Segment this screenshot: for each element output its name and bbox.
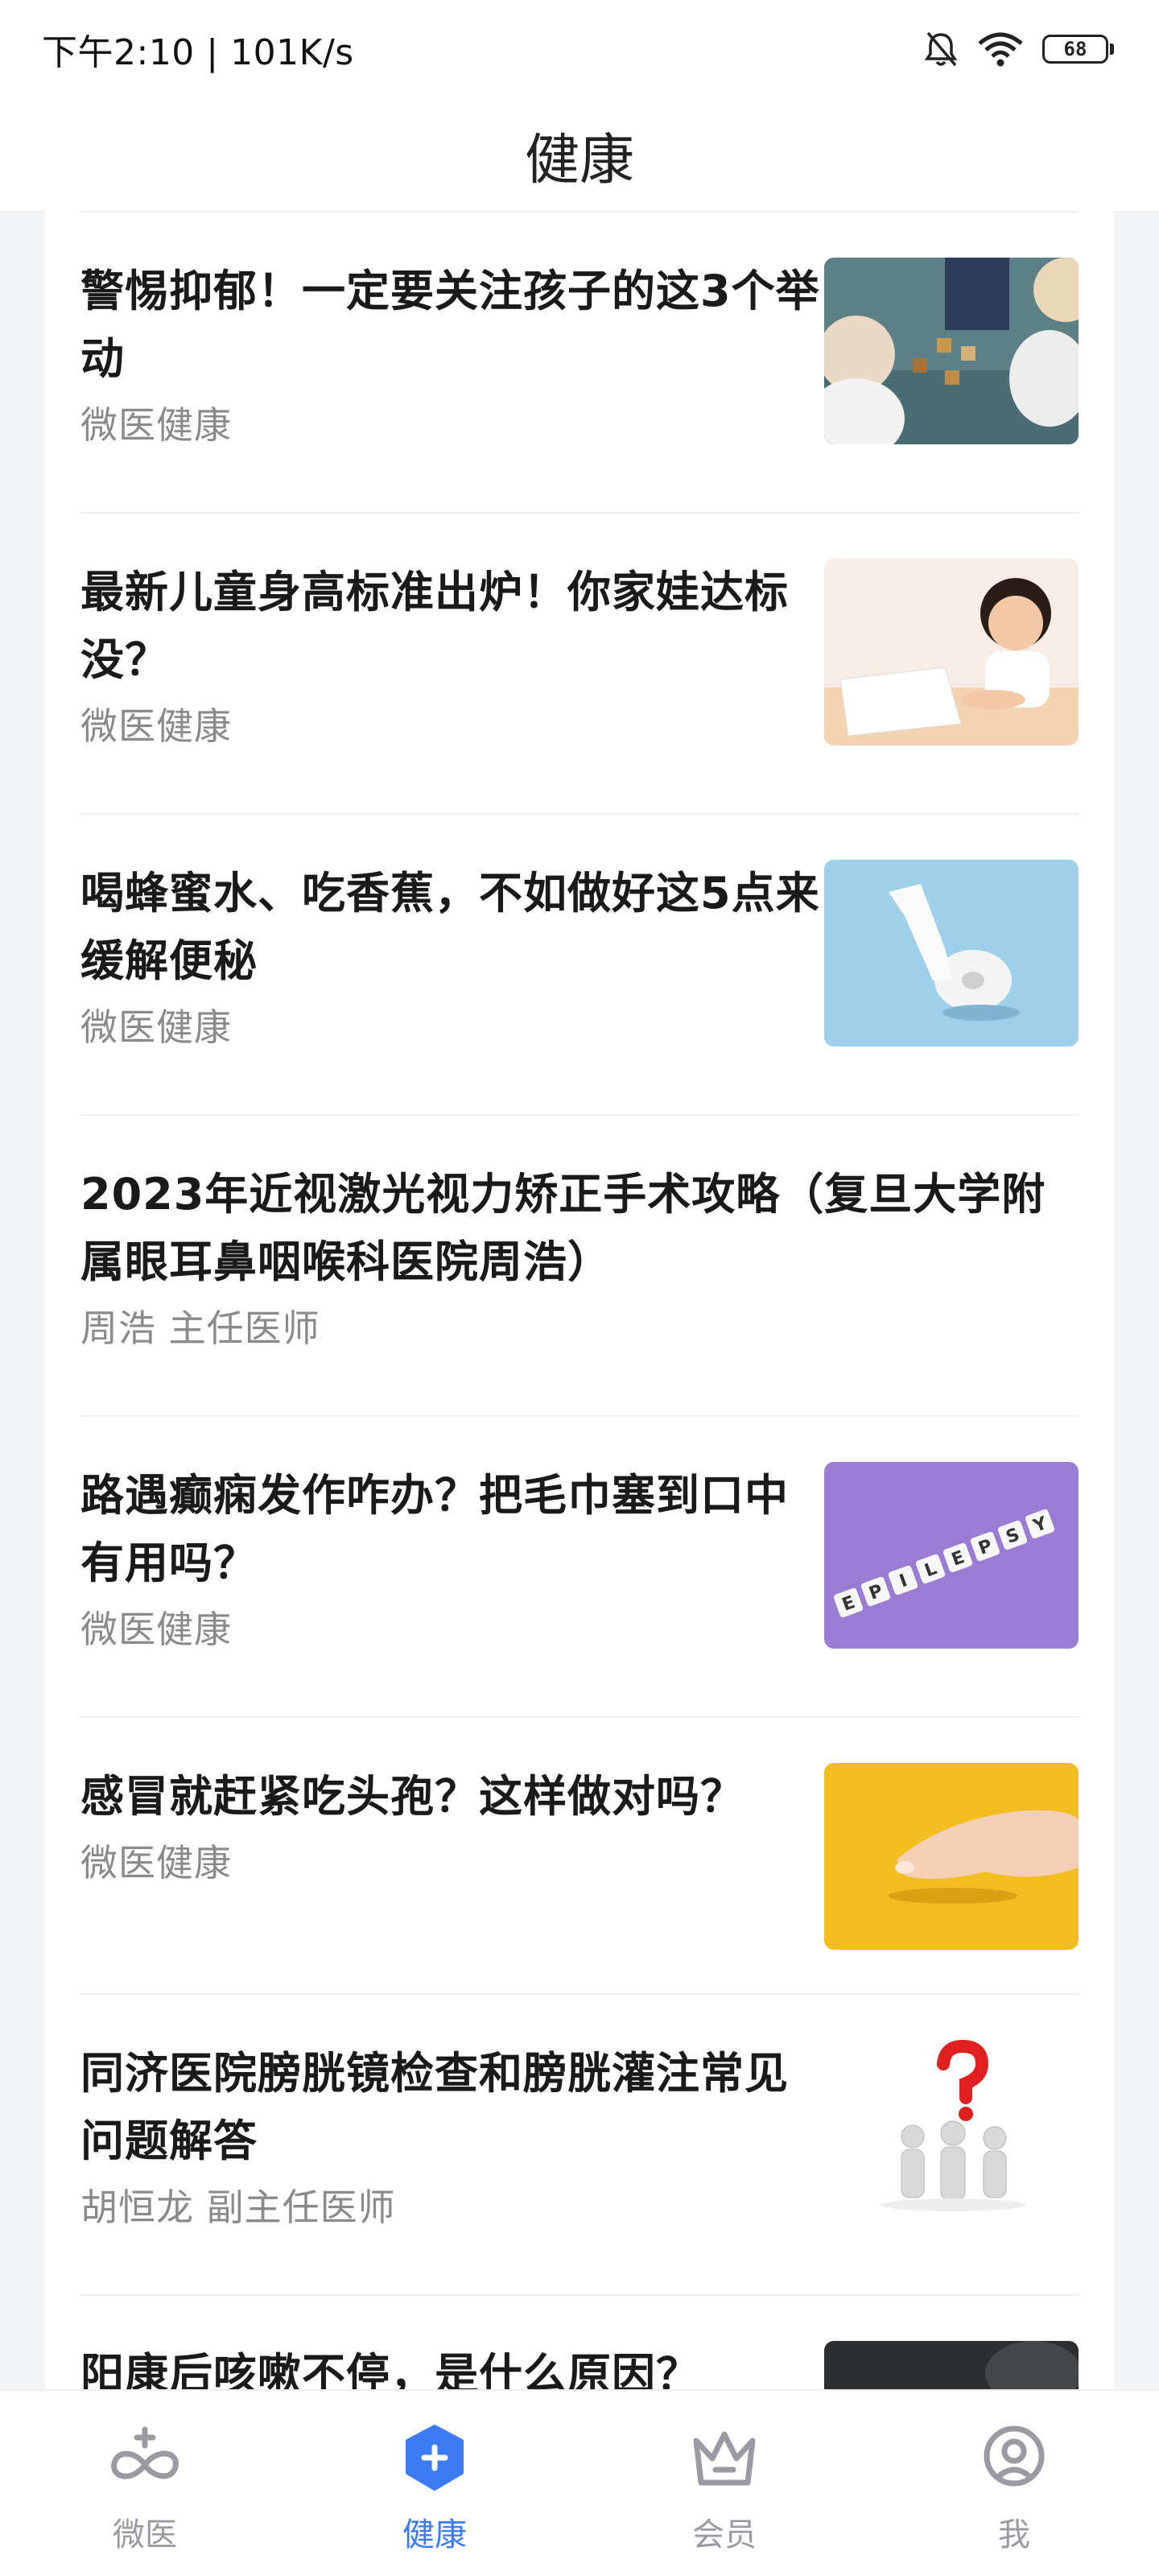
status-time-speed: 下午2:10 | 101K/s: [42, 32, 354, 73]
article-thumbnail: [824, 860, 1079, 1046]
status-bar: 下午2:10 | 101K/s 68: [0, 0, 1159, 98]
battery-icon: 68: [1042, 35, 1114, 64]
article-source: 微医健康: [80, 704, 232, 748]
weiyi-infinity-icon: [105, 2418, 185, 2499]
article-item[interactable]: 喝蜂蜜水、吃香蕉，不如做好这5点来缓解便秘 微医健康: [80, 813, 1079, 1114]
crown-icon: [684, 2418, 765, 2499]
article-item[interactable]: 路遇癫痫发作咋办？把毛巾塞到口中有用吗？ 微医健康 EPILEPSY: [80, 1415, 1079, 1716]
article-title: 最新儿童身高标准出炉！你家娃达标没？: [80, 567, 789, 685]
article-item[interactable]: 阳康后咳嗽不停，是什么原因？: [80, 2294, 1079, 2389]
article-item[interactable]: 同济医院膀胱镜检查和膀胱灌注常见问题解答 胡恒龙 副主任医师: [80, 1993, 1079, 2294]
tab-label: 微医: [113, 2516, 177, 2553]
article-title: 路遇癫痫发作咋办？把毛巾塞到口中有用吗？: [80, 1470, 789, 1588]
article-source: 微医健康: [80, 1608, 232, 1651]
article-item[interactable]: 警惕抑郁！一定要关注孩子的这3个举动 微医健康: [80, 211, 1079, 512]
bottom-tab-bar: 微医 健康 会员 我: [0, 2389, 1159, 2576]
article-thumbnail: [824, 559, 1079, 745]
article-list: 警惕抑郁！一定要关注孩子的这3个举动 微医健康 最新儿童身高标准出炉！你家娃达标…: [45, 211, 1114, 2389]
tab-membership[interactable]: 会员: [628, 2418, 821, 2555]
article-title: 同济医院膀胱镜检查和膀胱灌注常见问题解答: [80, 2048, 789, 2166]
article-thumbnail: [824, 2341, 1079, 2389]
article-source: 微医健康: [80, 1005, 232, 1049]
tab-label: 会员: [692, 2516, 757, 2553]
health-shield-plus-icon: [394, 2418, 475, 2499]
article-thumbnail: EPILEPSY: [824, 1462, 1079, 1649]
person-icon: [974, 2418, 1054, 2499]
article-title: 阳康后咳嗽不停，是什么原因？: [80, 2349, 700, 2389]
article-source: 周浩 主任医师: [80, 1307, 320, 1350]
article-thumbnail: [824, 1763, 1079, 1950]
article-title: 警惕抑郁！一定要关注孩子的这3个举动: [80, 266, 820, 384]
tab-label: 我: [998, 2516, 1030, 2553]
page-header: 健康: [0, 98, 1159, 211]
wifi-icon: [976, 31, 1025, 68]
battery-level: 68: [1042, 35, 1108, 64]
article-title: 喝蜂蜜水、吃香蕉，不如做好这5点来缓解便秘: [80, 868, 820, 986]
status-icons: 68: [923, 30, 1114, 68]
article-item[interactable]: 最新儿童身高标准出炉！你家娃达标没？ 微医健康: [80, 512, 1079, 813]
article-source: 微医健康: [80, 403, 232, 447]
bell-muted-icon: [923, 30, 959, 68]
article-item[interactable]: 感冒就赶紧吃头孢？这样做对吗？ 微医健康: [80, 1716, 1079, 1993]
article-source: 微医健康: [80, 1841, 232, 1885]
page-title: 健康: [524, 128, 634, 192]
article-item[interactable]: 2023年近视激光视力矫正手术攻略（复旦大学附属眼耳鼻咽喉科医院周浩） 周浩 主…: [80, 1114, 1079, 1415]
article-thumbnail: [824, 258, 1079, 444]
tab-me[interactable]: 我: [918, 2418, 1111, 2555]
article-source: 胡恒龙 副主任医师: [80, 2186, 396, 2229]
article-thumbnail: [824, 2040, 1079, 2227]
tab-label: 健康: [402, 2516, 467, 2553]
article-title: 2023年近视激光视力矫正手术攻略（复旦大学附属眼耳鼻咽喉科医院周浩）: [80, 1169, 1046, 1287]
tab-health[interactable]: 健康: [338, 2418, 531, 2555]
article-title: 感冒就赶紧吃头孢？这样做对吗？: [80, 1771, 744, 1822]
tab-weiyi[interactable]: 微医: [48, 2418, 241, 2555]
